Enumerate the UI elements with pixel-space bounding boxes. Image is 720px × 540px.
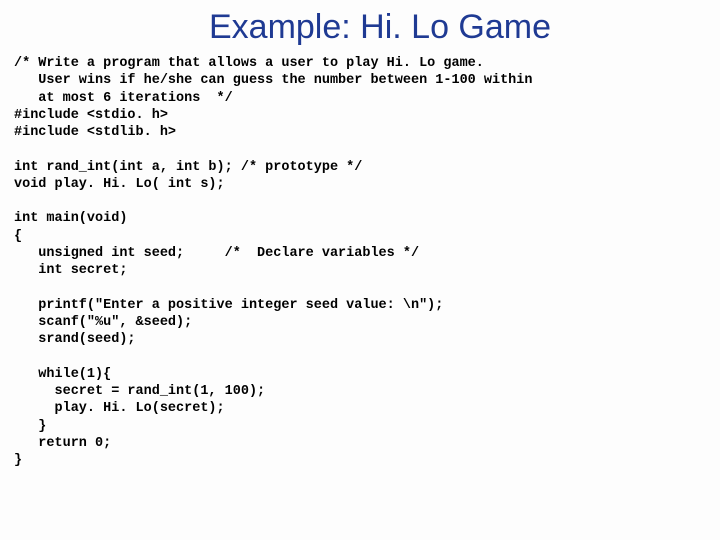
code-block: /* Write a program that allows a user to…	[14, 55, 706, 469]
slide-title: Example: Hi. Lo Game	[54, 8, 706, 47]
slide: Example: Hi. Lo Game /* Write a program …	[0, 0, 720, 540]
